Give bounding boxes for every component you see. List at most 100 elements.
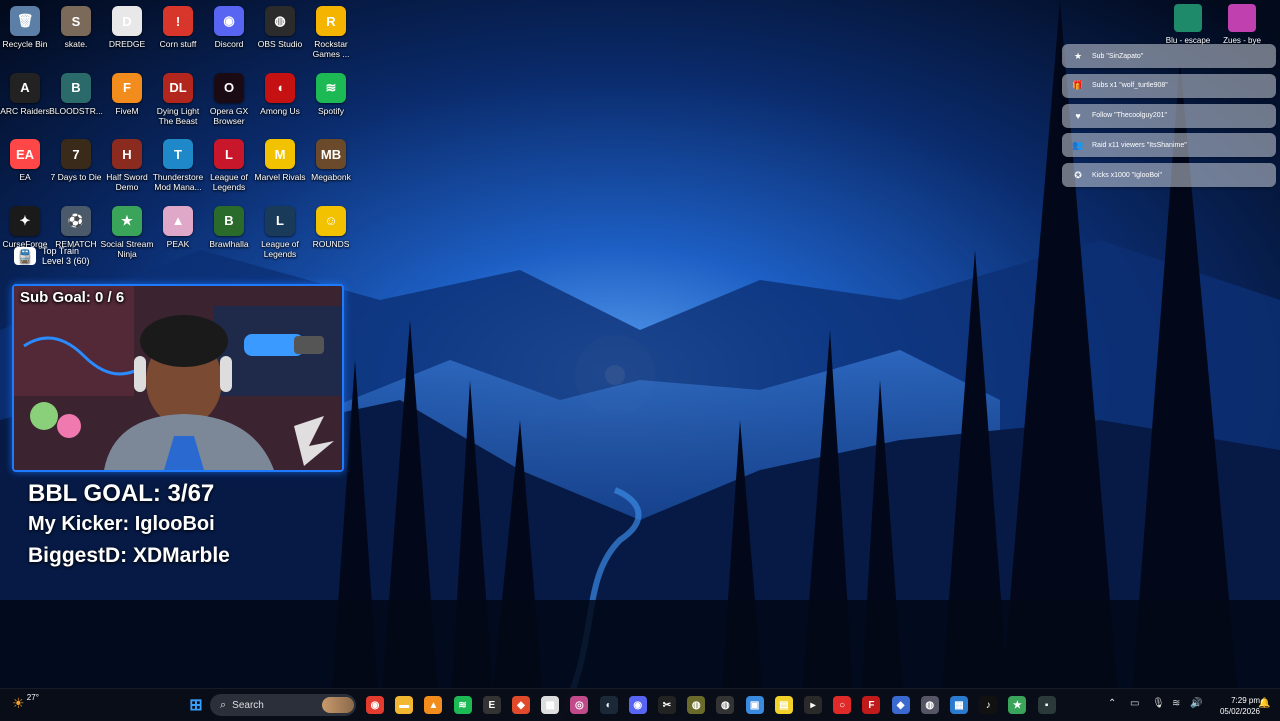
app-icon: M: [265, 139, 295, 169]
desktop-icon[interactable]: ! Corn stuff: [153, 2, 203, 66]
taskbar-app-terminal[interactable]: ▸: [804, 696, 822, 714]
app-icon: B: [61, 72, 91, 103]
desktop-icon[interactable]: 🗑 Recycle Bin: [0, 2, 50, 66]
taskbar-app-discord[interactable]: ◉: [628, 696, 647, 714]
desktop-icon[interactable]: B Brawlhalla: [204, 202, 254, 266]
desktop-icon-label: EA: [19, 172, 31, 182]
desktop-icon-label: Corn stuff: [159, 39, 197, 49]
desktop-icon[interactable]: MB Megabonk: [306, 135, 356, 199]
taskbar-app-steam[interactable]: ◐: [599, 696, 618, 714]
taskbar-app-app-red[interactable]: ◆: [512, 696, 530, 714]
taskbar-app-app-red-ring[interactable]: ○: [833, 696, 852, 714]
desktop-icon-label: Recycle Bin: [2, 39, 48, 49]
search-input[interactable]: ⌕ Search: [210, 694, 356, 716]
taskbar-app-capcut[interactable]: ✂: [658, 696, 676, 714]
wifi-icon[interactable]: ≋: [1172, 698, 1180, 709]
app-icon: ◖: [265, 72, 295, 103]
desktop-icon[interactable]: ≋ Spotify: [306, 69, 356, 133]
taskbar-app-edge-like[interactable]: ▦: [950, 696, 968, 714]
desktop-icon[interactable]: DL Dying Light The Beast: [153, 69, 203, 133]
volume-icon[interactable]: 🔊: [1190, 698, 1202, 709]
taskbar-app-chrome[interactable]: ◉: [366, 696, 384, 714]
clock-time: 7:29 pm: [1231, 696, 1260, 705]
taskbar-app-obs[interactable]: ◍: [716, 696, 735, 714]
webcam-image: [14, 286, 342, 470]
microphone-icon[interactable]: 🎙: [1152, 698, 1165, 709]
display-icon[interactable]: ▭: [1130, 698, 1139, 709]
notification-bell-icon[interactable]: 🔔: [1258, 698, 1270, 709]
desktop-icon[interactable]: O Opera GX Browser: [204, 69, 254, 133]
taskbar-app-spotify[interactable]: ≋: [453, 696, 472, 714]
desktop-icon[interactable]: L League of Legends: [255, 202, 305, 266]
taskbar-app-vlc[interactable]: ▲: [424, 696, 443, 714]
desktop-icon[interactable]: EA EA: [0, 135, 50, 199]
desktop-icon[interactable]: B BLOODSTR...: [49, 69, 103, 133]
search-placeholder: Search: [232, 699, 264, 711]
desktop-icon-label: OBS Studio: [257, 39, 303, 49]
app-icon: ✦: [10, 205, 40, 236]
taskbar-app-app-gray[interactable]: ◍: [920, 696, 939, 714]
top-train-level: Level 3 (60): [42, 256, 90, 266]
app-icon: D: [112, 6, 142, 36]
app-icon: O: [214, 72, 244, 103]
system-clock[interactable]: 7:29 pm 05/02/2026: [1206, 695, 1260, 717]
desktop-icon[interactable]: ▲ PEAK: [153, 202, 203, 266]
app-icon: ◍: [265, 6, 295, 36]
desktop-icon[interactable]: Sskate.: [51, 2, 101, 66]
desktop-icon[interactable]: ◍ OBS Studio: [255, 2, 305, 66]
app-icon: ★: [112, 205, 142, 236]
desktop-icon[interactable]: R Rockstar Games ...: [306, 2, 356, 66]
desktop-icon-label: skate.: [64, 39, 88, 49]
desktop-icon[interactable]: F FiveM: [102, 69, 152, 133]
taskbar-app-tiktok[interactable]: ♪: [979, 696, 998, 714]
event-icon: 🎁: [1072, 80, 1084, 91]
desktop-icon[interactable]: 7 7 Days to Die: [50, 135, 102, 199]
event-text: Sub "SinZapato": [1092, 52, 1144, 60]
event-notification: 👥 Raid x11 viewers "ItsShanime": [1062, 133, 1276, 158]
desktop-icon[interactable]: L League of Legends: [204, 135, 254, 199]
event-icon: ✪: [1074, 169, 1082, 180]
taskbar-app-sticky-notes[interactable]: ▤: [774, 696, 793, 714]
desktop-icon[interactable]: ★ Social Stream Ninja: [101, 202, 153, 266]
desktop-icon[interactable]: ◖ Among Us: [255, 69, 305, 133]
event-icon: ♥: [1075, 110, 1081, 121]
zues-app-icon: [1228, 4, 1256, 32]
taskbar-app-social-stream[interactable]: ★: [1008, 696, 1027, 714]
app-icon: !: [163, 6, 193, 36]
app-icon: ≋: [316, 72, 346, 103]
taskbar-app-app-pink[interactable]: ◎: [570, 696, 589, 714]
desktop-icon-label: League of Legends: [210, 172, 248, 192]
taskbar-app-epic-games[interactable]: E: [482, 696, 501, 714]
desktop-icon[interactable]: D DREDGE: [102, 2, 152, 66]
desktop-icon[interactable]: H Half Sword Demo: [102, 135, 152, 199]
desktop-icon[interactable]: M Marvel Rivals: [254, 135, 306, 199]
top-train-title: Top Train: [42, 246, 80, 256]
taskbar-app-photos[interactable]: ▣: [745, 696, 764, 714]
taskbar-app-fortnite[interactable]: F: [862, 696, 881, 714]
desktop-icon-label: DREDGE: [108, 39, 146, 49]
weather-widget[interactable]: ☀ 27°: [12, 693, 39, 712]
biggest-label: BiggestD: XDMarble: [28, 544, 230, 567]
desktop-icon-label: League of Legends: [261, 238, 299, 259]
taskbar-app-app-diamond[interactable]: ◆: [891, 696, 910, 714]
desktop-icon-label: ARC Raiders: [0, 105, 50, 116]
search-highlight-image: [322, 697, 354, 713]
desktop-icon-blu[interactable]: Blu - escape: [1166, 4, 1210, 45]
top-train-widget: 🚆 Top Train Level 3 (60): [14, 246, 90, 266]
taskbar-app-file-explorer[interactable]: ▬: [395, 696, 414, 714]
desktop-icon[interactable]: A ARC Raiders: [0, 69, 50, 133]
taskbar-app-app-dark[interactable]: ▪: [1037, 696, 1056, 714]
desktop-icon-label: Megabonk: [311, 172, 351, 182]
desktop-icon-label: Dying Light The Beast: [156, 105, 200, 126]
desktop-icon[interactable]: ◉ Discord: [204, 2, 254, 66]
app-icon: ⚽: [61, 205, 91, 236]
taskbar-app-app-olive[interactable]: ◍: [687, 696, 706, 714]
desktop-icon[interactable]: T Thunderstore Mod Mana...: [153, 135, 203, 199]
desktop-icon-zues[interactable]: Zues - bye: [1223, 4, 1261, 45]
desktop-icon[interactable]: ☺ ROUNDS: [306, 202, 356, 266]
event-text: Raid x11 viewers "ItsShanime": [1092, 141, 1187, 149]
start-button[interactable]: ⊞: [187, 696, 205, 714]
event-icon: 👥: [1072, 139, 1084, 150]
chevron-up-icon[interactable]: ⌃: [1108, 698, 1116, 709]
taskbar-app-app-white[interactable]: ▦: [541, 696, 560, 714]
